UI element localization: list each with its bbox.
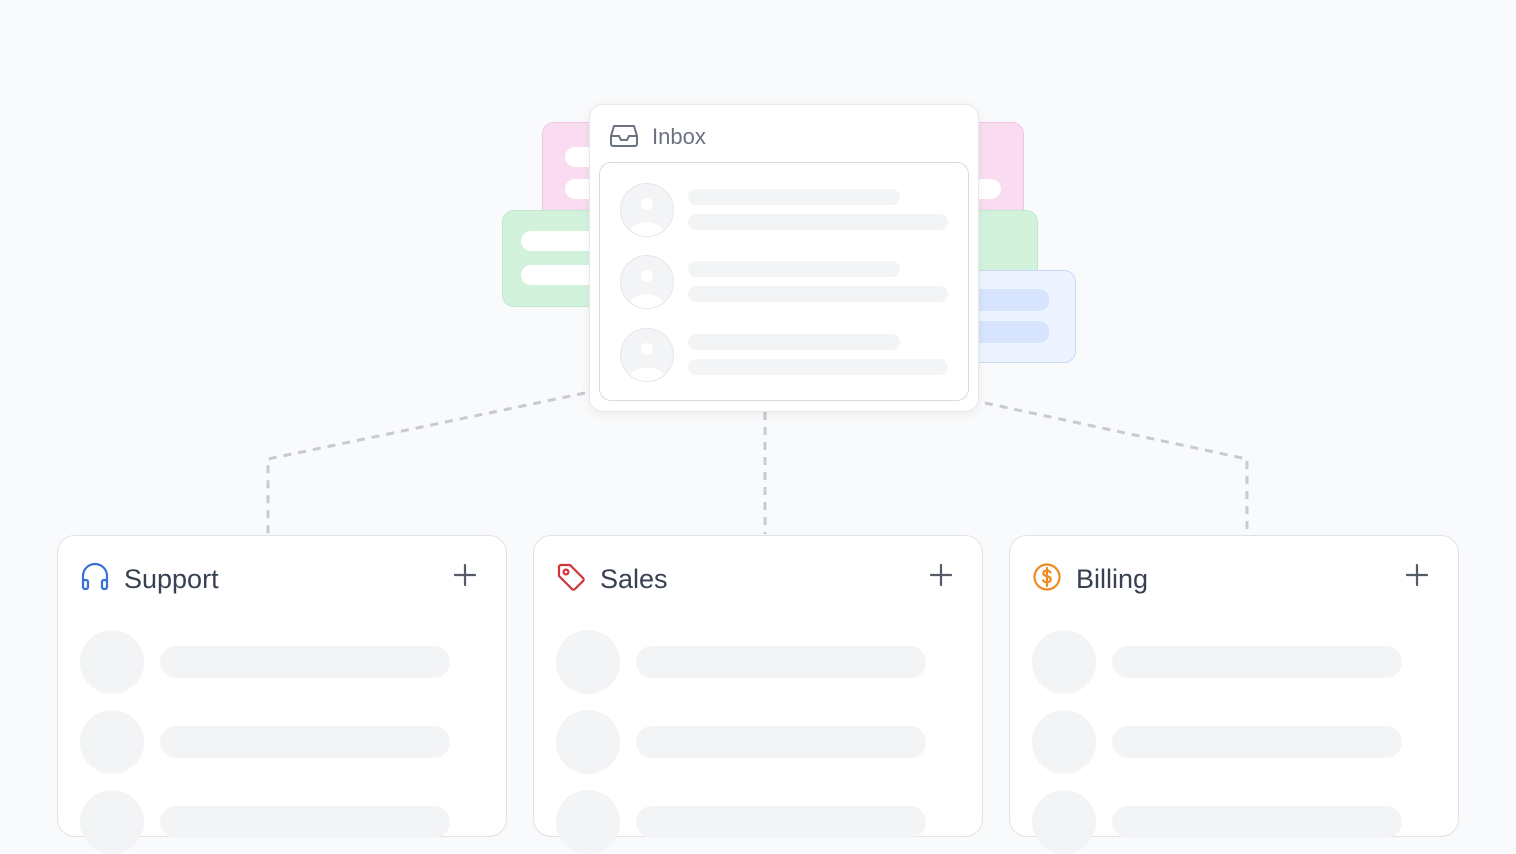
placeholder-line [636, 646, 926, 678]
list-item[interactable] [556, 710, 928, 774]
placeholder-line [688, 214, 948, 230]
placeholder-line [160, 806, 450, 838]
list-item[interactable] [80, 790, 452, 854]
avatar [1032, 630, 1096, 694]
avatar [80, 790, 144, 854]
placeholder-line [160, 646, 450, 678]
placeholder-line [636, 726, 926, 758]
avatar [620, 328, 674, 382]
plus-icon [930, 564, 952, 586]
placeholder-line [1112, 726, 1402, 758]
avatar [80, 630, 144, 694]
plus-icon [1406, 564, 1428, 586]
placeholder-line [688, 334, 900, 350]
connector-billing [984, 401, 1249, 534]
avatar [1032, 790, 1096, 854]
list-item[interactable] [80, 710, 452, 774]
queue-title: Sales [600, 563, 668, 594]
placeholder-line [1112, 646, 1402, 678]
avatar [1032, 710, 1096, 774]
add-support-button[interactable] [450, 560, 480, 590]
tag-icon [556, 562, 586, 597]
avatar [556, 710, 620, 774]
queue-header: Billing [1032, 562, 1148, 596]
list-item[interactable] [1032, 630, 1404, 694]
inbox-title: Inbox [652, 124, 706, 149]
placeholder-line [1112, 806, 1402, 838]
list-item[interactable] [620, 328, 950, 382]
list-item[interactable] [556, 790, 928, 854]
queue-header: Support [80, 562, 219, 596]
list-item[interactable] [1032, 790, 1404, 854]
placeholder-line [688, 359, 948, 375]
avatar [556, 790, 620, 854]
placeholder-line [636, 806, 926, 838]
queue-card-sales[interactable]: Sales [533, 535, 983, 854]
dollar-circle-icon [1032, 562, 1062, 597]
list-item[interactable] [620, 255, 950, 309]
list-item[interactable] [620, 183, 950, 237]
inbox-card[interactable]: Inbox [589, 104, 979, 412]
list-item[interactable] [556, 630, 928, 694]
queue-title: Support [124, 563, 219, 594]
connector-support [266, 391, 586, 534]
queue-card-support[interactable]: Support [57, 535, 507, 854]
inbox-header: Inbox [610, 123, 706, 151]
queue-card-billing[interactable]: Billing [1009, 535, 1459, 854]
placeholder-line [688, 261, 900, 277]
placeholder-line [688, 189, 900, 205]
inbox-message-list [599, 162, 969, 401]
placeholder-line [688, 286, 948, 302]
avatar [620, 183, 674, 237]
list-item[interactable] [80, 630, 452, 694]
list-item[interactable] [1032, 710, 1404, 774]
queue-title: Billing [1076, 563, 1149, 594]
placeholder-line [160, 726, 450, 758]
inbox-icon [610, 123, 638, 152]
add-billing-button[interactable] [1402, 560, 1432, 590]
queue-header: Sales [556, 562, 668, 596]
avatar [620, 255, 674, 309]
headset-icon [80, 562, 110, 597]
plus-icon [454, 564, 476, 586]
avatar [556, 630, 620, 694]
avatar [80, 710, 144, 774]
add-sales-button[interactable] [926, 560, 956, 590]
